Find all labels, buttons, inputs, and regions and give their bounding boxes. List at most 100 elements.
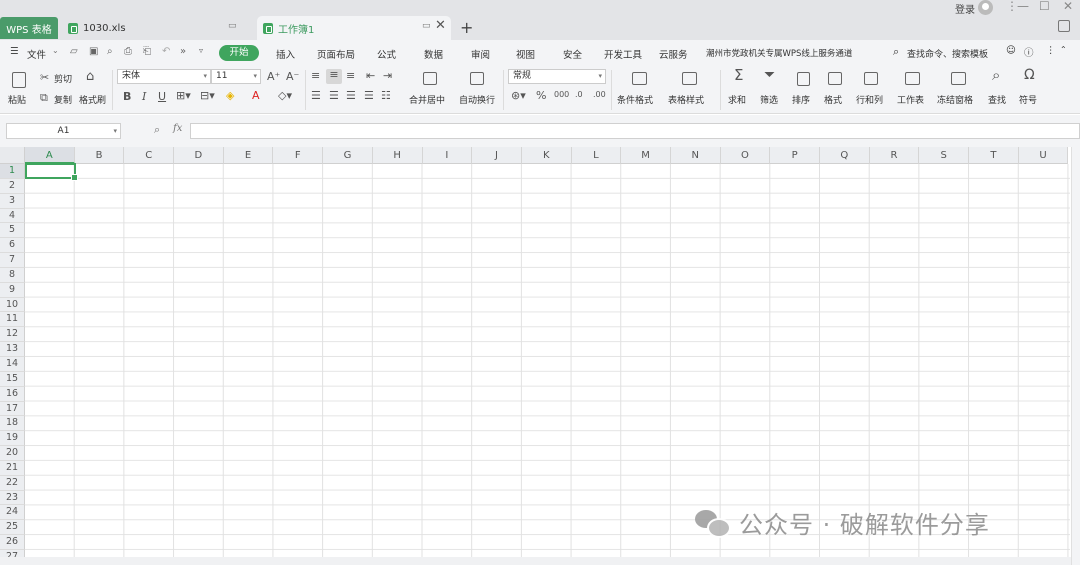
menu-formula[interactable]: 公式 [377,47,396,61]
distribute-icon[interactable]: ☷ [381,90,391,102]
column-header[interactable]: T [969,147,1019,164]
sum-icon[interactable]: Σ [734,68,743,83]
copy-icon[interactable]: ⧉ [40,92,48,104]
row-header[interactable]: 12 [0,327,25,343]
row-header[interactable]: 22 [0,475,25,491]
freeze-panes-icon[interactable] [951,72,966,85]
font-grow-icon[interactable]: A⁺ [267,71,280,83]
format-icon[interactable] [828,72,842,85]
sort-icon[interactable] [797,72,810,86]
help-icon[interactable]: ⓘ [1024,45,1034,59]
filter-icon[interactable]: ⏷ [764,68,775,82]
tab-workbook1[interactable]: 工作簿1 ▭ ✕ [257,16,451,40]
column-header[interactable]: M [621,147,671,164]
filter-button[interactable]: 筛选 [760,93,778,106]
column-header[interactable]: I [422,147,473,164]
command-search[interactable]: 查找命令、搜索模板 [907,47,988,60]
wrap-text-icon[interactable] [470,72,484,85]
close-tab-icon[interactable]: ✕ [435,18,446,33]
percent-button[interactable]: % [536,90,546,102]
name-box[interactable]: A1 ▾ [6,123,121,139]
find-icon[interactable]: ⌕ [992,68,1000,83]
merge-center-icon[interactable] [423,72,437,85]
paste-icon[interactable] [12,72,26,88]
row-header[interactable]: 7 [0,253,25,268]
menu-data[interactable]: 数据 [424,47,443,61]
row-header[interactable]: 5 [0,223,25,239]
currency-icon[interactable]: ⊛▾ [511,90,526,102]
conditional-format-button[interactable]: 条件格式 [617,93,653,106]
row-header[interactable]: 15 [0,371,25,387]
fill-color-icon[interactable]: ◈ [226,90,234,102]
column-header[interactable]: U [1018,147,1069,164]
row-header[interactable]: 21 [0,460,25,476]
worksheet-icon[interactable] [905,72,920,85]
row-header[interactable]: 4 [0,208,25,224]
row-col-icon[interactable] [864,72,878,85]
menu-cloud[interactable]: 云服务 [659,47,688,61]
font-name-select[interactable]: 宋体 ▾ [117,69,211,84]
column-header[interactable]: D [174,147,224,164]
pin-icon[interactable]: ▭ [422,21,431,31]
decrease-decimal-icon[interactable]: .00 [593,89,606,101]
new-tab-icon[interactable]: + [460,18,473,37]
side-panel-icon[interactable] [1058,20,1070,32]
table-style-icon[interactable] [682,72,697,85]
pin-icon[interactable]: ▭ [228,21,237,31]
row-header[interactable]: 18 [0,416,25,432]
open-icon[interactable]: ▱ [70,46,78,57]
column-header[interactable]: K [521,147,572,164]
justify-icon[interactable]: ☰ [364,90,374,102]
dropdown-icon[interactable]: ▿ [199,46,203,55]
row-header[interactable]: 9 [0,282,25,298]
column-header[interactable]: J [472,147,522,164]
column-header[interactable]: F [273,147,324,164]
column-header[interactable]: C [124,147,175,164]
menu-security[interactable]: 安全 [563,47,582,61]
increase-indent-icon[interactable]: ⇥ [383,70,392,82]
format-painter-icon[interactable]: ⌂ [86,70,94,83]
align-left-icon[interactable]: ☰ [311,90,321,102]
sum-button[interactable]: 求和 [728,93,746,106]
font-shrink-icon[interactable]: A⁻ [286,71,299,83]
vertical-scrollbar[interactable] [1071,147,1080,565]
column-header[interactable]: O [720,147,771,164]
chevron-down-icon[interactable]: ⌄ [52,46,59,55]
undo-icon[interactable]: ↶ [162,46,170,57]
column-header[interactable]: L [571,147,622,164]
print-icon[interactable]: ⎙ [124,46,132,57]
menu-developer[interactable]: 开发工具 [604,47,642,61]
column-header[interactable]: B [74,147,125,164]
conditional-format-icon[interactable] [632,72,647,85]
font-size-select[interactable]: 11 ▾ [211,69,261,84]
menu-insert[interactable]: 插入 [276,47,295,61]
underline-button[interactable]: U [158,91,166,103]
menu-review[interactable]: 审阅 [471,47,490,61]
row-header[interactable]: 13 [0,342,25,357]
align-center-icon[interactable]: ☰ [329,90,339,102]
menu-file[interactable]: 文件 [27,47,46,61]
bold-button[interactable]: B [123,91,131,103]
column-header[interactable]: Q [820,147,870,164]
symbol-icon[interactable]: Ω [1024,68,1035,82]
row-header[interactable]: 16 [0,386,25,402]
increase-decimal-icon[interactable]: .0 [575,89,583,101]
minimize-icon[interactable]: — [1017,0,1029,13]
print-preview-icon[interactable]: ⎗ [143,46,151,57]
column-header[interactable]: H [372,147,423,164]
decrease-indent-icon[interactable]: ⇤ [366,70,375,82]
column-header[interactable]: G [323,147,373,164]
column-header[interactable]: S [919,147,970,164]
row-header[interactable]: 14 [0,356,25,372]
find-doc-icon[interactable]: ⌕ [107,46,113,57]
row-header[interactable]: 1 [0,164,25,179]
number-format-select[interactable]: 常规 ▾ [508,69,606,84]
row-col-button[interactable]: 行和列 [856,93,883,106]
format-button[interactable]: 格式 [824,93,842,106]
column-header[interactable]: R [869,147,920,164]
close-window-icon[interactable]: ✕ [1063,0,1073,13]
clear-format-icon[interactable]: ◇▾ [278,90,292,102]
row-header[interactable]: 19 [0,431,25,447]
cut-button[interactable]: 剪切 [54,72,72,85]
symbol-button[interactable]: 符号 [1019,93,1037,106]
